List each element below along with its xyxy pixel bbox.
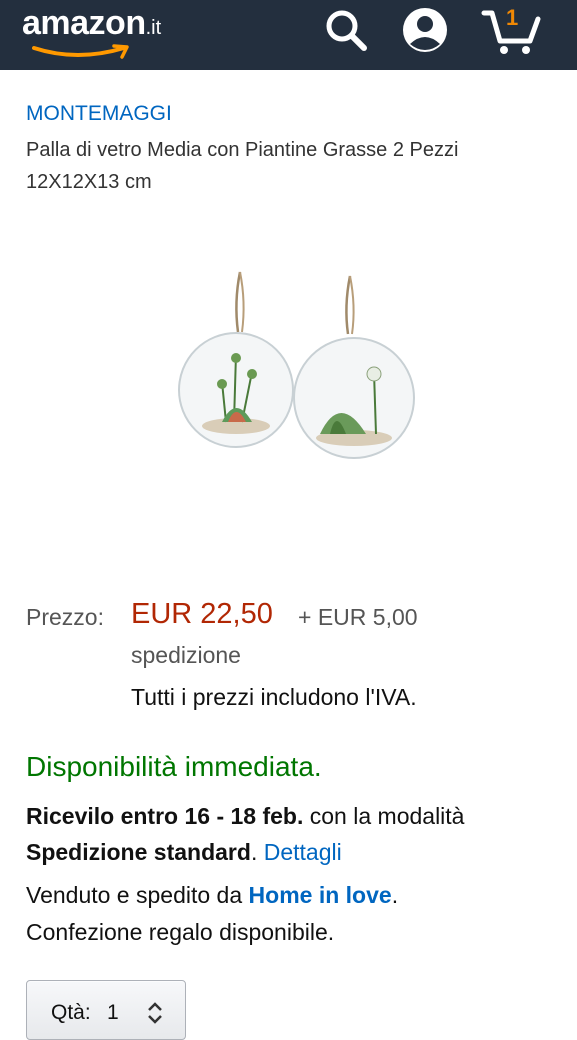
delivery-method: Spedizione standard xyxy=(26,839,251,865)
logo-tld: .it xyxy=(145,17,162,39)
quantity-selector[interactable]: Qtà: 1 xyxy=(26,980,186,1040)
account-button[interactable] xyxy=(396,0,454,60)
seller-prefix: Venduto e spedito da xyxy=(26,882,249,908)
delivery-separator: . xyxy=(250,839,264,865)
price-label: Prezzo: xyxy=(26,604,104,630)
brand-link[interactable]: MONTEMAGGI xyxy=(26,102,172,126)
price-value: EUR 22,50 xyxy=(131,598,273,630)
cart-count-badge: 1 xyxy=(506,5,519,30)
seller-info: Venduto e spedito da Home in love. Confez… xyxy=(26,877,566,951)
up-down-arrows-icon xyxy=(148,1002,162,1024)
smile-arrow-icon xyxy=(32,44,129,59)
delivery-text: con la modalità xyxy=(303,803,465,829)
vat-note: Tutti i prezzi includono l'IVA. xyxy=(131,684,417,710)
logo-text: amazon xyxy=(22,4,146,42)
search-icon xyxy=(326,10,367,51)
amazon-logo[interactable]: amazon.it xyxy=(22,4,162,59)
shipping-cost: + EUR 5,00 xyxy=(298,604,418,630)
availability-status: Disponibilità immediata. xyxy=(26,751,322,782)
delivery-info: Ricevilo entro 16 - 18 feb. con la modal… xyxy=(26,798,566,870)
account-icon xyxy=(403,8,447,52)
shipping-label: spedizione xyxy=(131,642,241,668)
seller-link[interactable]: Home in love xyxy=(249,882,392,908)
product-image[interactable] xyxy=(170,262,470,482)
details-link[interactable]: Dettagli xyxy=(264,839,342,865)
delivery-date: Ricevilo entro 16 - 18 feb. xyxy=(26,803,304,829)
seller-suffix: . xyxy=(391,882,399,908)
gift-wrap-note: Confezione regalo disponibile. xyxy=(26,919,335,945)
top-navigation-bar: amazon.it 1 xyxy=(0,0,577,70)
product-title: Palla di vetro Media con Piantine Grasse… xyxy=(26,139,459,193)
quantity-label: Qtà: xyxy=(51,1001,91,1024)
quantity-value: 1 xyxy=(107,1001,119,1024)
search-button[interactable] xyxy=(318,0,374,60)
